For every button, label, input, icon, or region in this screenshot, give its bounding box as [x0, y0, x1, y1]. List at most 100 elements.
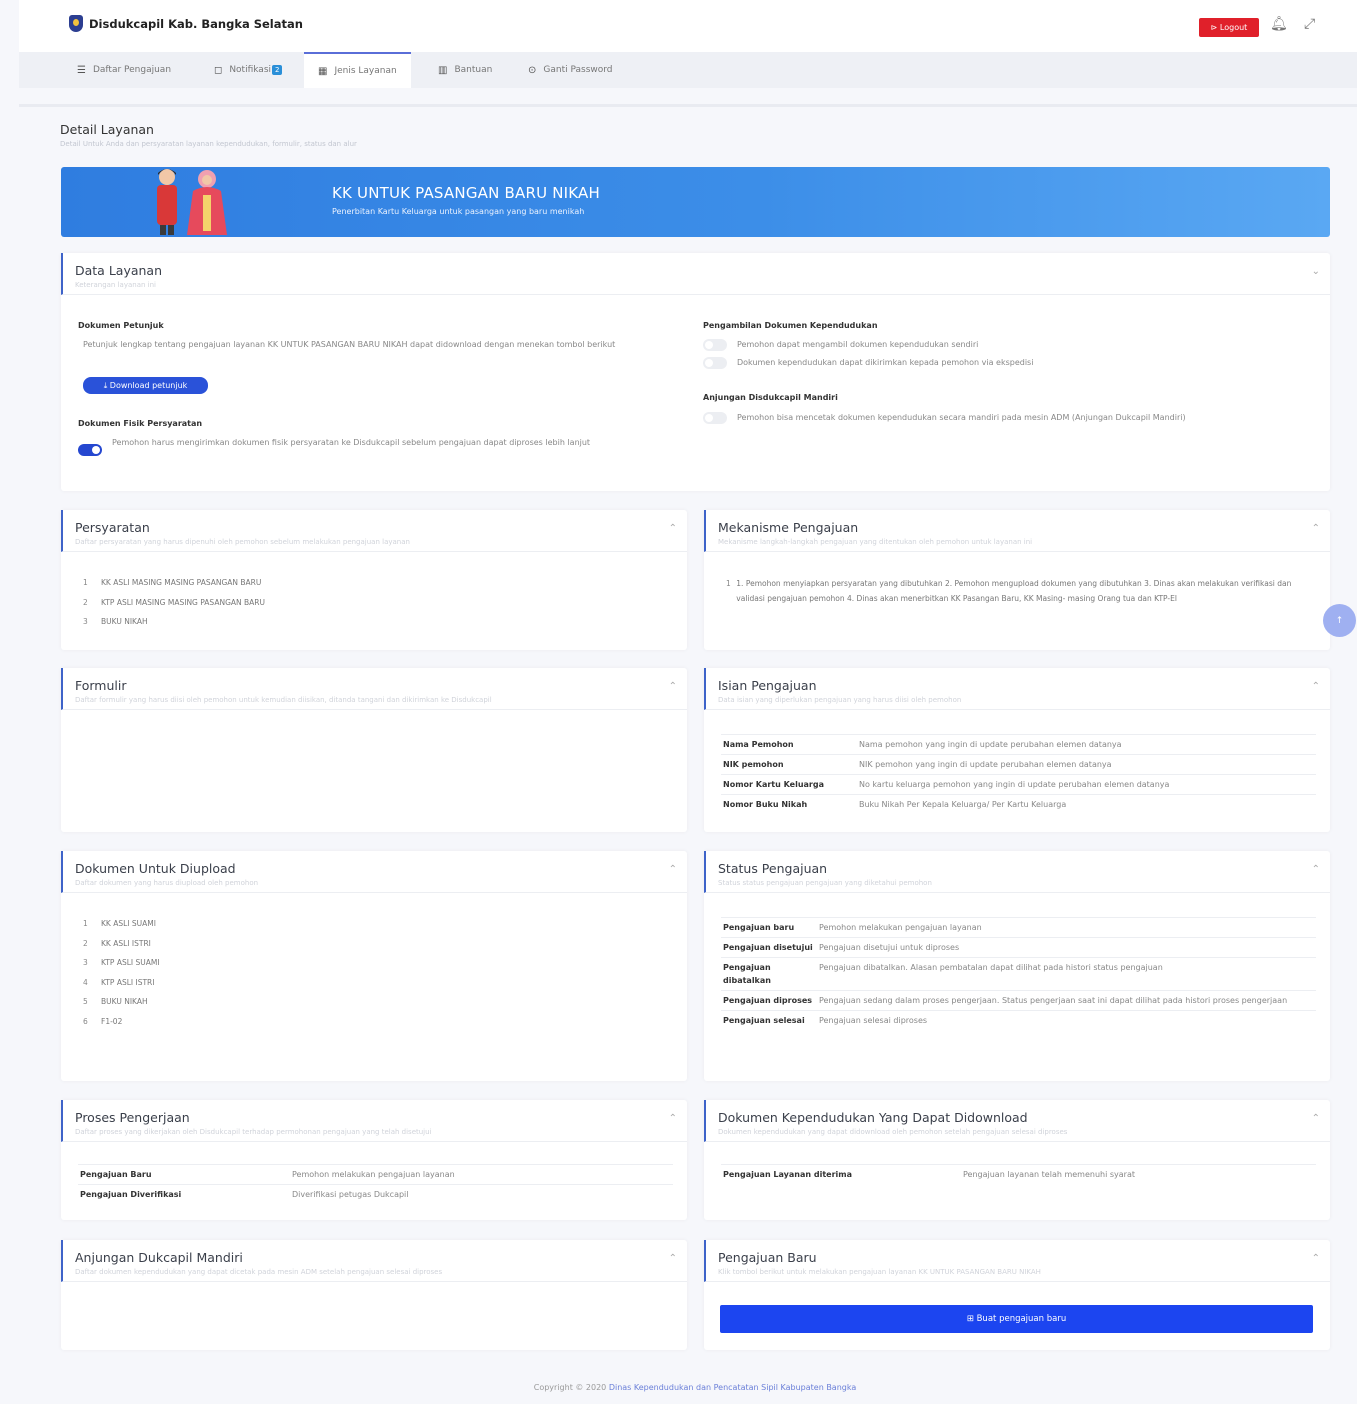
- collapse-icon[interactable]: ⌃: [1312, 864, 1320, 875]
- nav-label: Jenis Layanan: [334, 66, 397, 76]
- pengambilan-label: Pengambilan Dokumen Kependudukan: [703, 321, 878, 330]
- table-row: Pengajuan Layanan diterima Pengajuan laya…: [721, 1164, 1316, 1184]
- notification-count-badge: 2: [272, 65, 283, 75]
- adm-label: Anjungan Disdukcapil Mandiri: [703, 393, 838, 402]
- nav-label: Bantuan: [454, 65, 493, 75]
- nav-bantuan[interactable]: ▥ Bantuan: [438, 52, 492, 88]
- card-title: Anjungan Dukcapil Mandiri: [75, 1250, 243, 1265]
- bell-icon[interactable]: 🔔︎: [1270, 16, 1288, 32]
- card-subtitle: Keterangan layanan ini: [75, 281, 156, 289]
- card-title: Dokumen Untuk Diupload: [75, 861, 236, 876]
- divider: [19, 104, 1357, 107]
- card-title: Mekanisme Pengajuan: [718, 520, 859, 535]
- main-nav: ☰ Daftar Pengajuan ◻ Notifikasi 2 ▦ Jeni…: [19, 52, 1357, 88]
- card-subtitle: Data isian yang diperlukan pengajuan yan…: [718, 696, 962, 704]
- card-header: Proses Pengerjaan Daftar proses yang dik…: [61, 1100, 687, 1142]
- brand[interactable]: Disdukcapil Kab. Bangka Selatan: [69, 15, 303, 32]
- card-subtitle: Daftar dokumen yang harus diupload oleh …: [75, 879, 259, 887]
- table-row: NIK pemohon NIK pemohon yang ingin di upd…: [721, 754, 1316, 775]
- dokumen-upload-list: 1 KK ASLI SUAMI 2 KK ASLI ISTRI 3 KTP ASLI …: [83, 919, 160, 1036]
- banner-title: KK UNTUK PASANGAN BARU NIKAH: [332, 184, 600, 202]
- list-item: 3 BUKU NIKAH: [83, 617, 148, 626]
- logout-button[interactable]: ⊳ Logout: [1199, 18, 1259, 37]
- status-table: Pengajuan baru Pemohon melakukan pengajua…: [721, 917, 1316, 1030]
- collapse-icon[interactable]: ⌃: [1312, 681, 1320, 692]
- list-item: 5 BUKU NIKAH: [83, 997, 148, 1006]
- dokumen-upload-card: Dokumen Untuk Diupload Daftar dokumen ya…: [61, 851, 687, 1081]
- card-header: Status Pengajuan Status status pengajuan…: [704, 851, 1330, 893]
- scroll-top-button[interactable]: ↑: [1323, 604, 1356, 637]
- card-header: Isian Pengajuan Data isian yang diperluk…: [704, 668, 1330, 710]
- table-row: Pengajuan Baru Pemohon melakukan pengajua…: [78, 1164, 673, 1185]
- dokumen-download-card: Dokumen Kependudukan Yang Dapat Didownlo…: [704, 1100, 1330, 1220]
- pengambilan-toggle-2[interactable]: [703, 357, 727, 369]
- nav-jenis-layanan[interactable]: ▦ Jenis Layanan: [304, 52, 411, 88]
- card-header: Persyaratan Daftar persyaratan yang haru…: [61, 510, 687, 552]
- proses-table: Pengajuan Baru Pemohon melakukan pengajua…: [78, 1164, 673, 1204]
- pengambilan-toggle-1[interactable]: [703, 339, 727, 351]
- buat-pengajuan-baru-button[interactable]: ⊞ Buat pengajuan baru: [720, 1305, 1313, 1333]
- collapse-icon[interactable]: ⌃: [669, 681, 677, 692]
- shield-logo-icon: [69, 15, 83, 32]
- collapse-icon[interactable]: ⌃: [669, 1253, 677, 1264]
- table-row: Pengajuan baru Pemohon melakukan pengajua…: [721, 917, 1316, 938]
- adm-toggle[interactable]: [703, 412, 727, 424]
- petunjuk-label: Dokumen Petunjuk: [78, 321, 164, 330]
- isian-table: Nama Pemohon Nama pemohon yang ingin di u…: [721, 734, 1316, 814]
- mekanisme-list: 1 1. Pemohon menyiapkan persyaratan yang …: [726, 576, 1306, 606]
- card-header: Dokumen Kependudukan Yang Dapat Didownlo…: [704, 1100, 1330, 1142]
- data-layanan-card: Data Layanan Keterangan layanan ini ⌄ Do…: [61, 253, 1330, 491]
- mekanisme-card: Mekanisme Pengajuan Mekanisme langkah-la…: [704, 510, 1330, 650]
- app-name: Disdukcapil Kab. Bangka Selatan: [89, 16, 303, 31]
- download-petunjuk-button[interactable]: ⤓ Download petunjuk: [83, 377, 208, 394]
- fisik-text: Pemohon harus mengirimkan dokumen fisik …: [112, 438, 591, 447]
- footer-link[interactable]: Dinas Kependudukan dan Pencatatan Sipil …: [609, 1383, 856, 1392]
- collapse-icon[interactable]: ⌃: [1312, 1253, 1320, 1264]
- card-title: Status Pengajuan: [718, 861, 828, 876]
- nav-daftar-pengajuan[interactable]: ☰ Daftar Pengajuan: [77, 52, 171, 88]
- fisik-toggle[interactable]: [78, 444, 102, 456]
- list-item: 1 KK ASLI MASING MASING PASANGAN BARU: [83, 578, 262, 587]
- pengajuan-baru-card: Pengajuan Baru Klik tombol berikut untuk…: [704, 1240, 1330, 1350]
- table-row: Nomor Buku Nikah Buku Nikah Per Kepala Ke…: [721, 794, 1316, 814]
- table-row: Pengajuan disetujui Pengajuan disetujui u…: [721, 937, 1316, 958]
- table-row: Nama Pemohon Nama pemohon yang ingin di u…: [721, 734, 1316, 755]
- notification-icon: ◻: [214, 64, 223, 76]
- collapse-icon[interactable]: ⌃: [1312, 523, 1320, 534]
- page-title: Detail Layanan: [60, 122, 154, 137]
- pengambilan-option-2: Dokumen kependudukan dapat dikirimkan ke…: [737, 358, 1034, 367]
- card-title: Pengajuan Baru: [718, 1250, 817, 1265]
- card-header: Data Layanan Keterangan layanan ini ⌄: [61, 253, 1330, 295]
- card-title: Data Layanan: [75, 263, 163, 278]
- proses-card: Proses Pengerjaan Daftar proses yang dik…: [61, 1100, 687, 1220]
- service-banner: KK UNTUK PASANGAN BARU NIKAH Penerbitan …: [61, 167, 1330, 237]
- nav-ganti-password[interactable]: ⊙ Ganti Password: [528, 52, 613, 88]
- card-title: Dokumen Kependudukan Yang Dapat Didownlo…: [718, 1110, 1028, 1125]
- dokumen-download-table: Pengajuan Layanan diterima Pengajuan laya…: [721, 1164, 1316, 1184]
- formulir-card: Formulir Daftar formulir yang harus diis…: [61, 668, 687, 832]
- card-header: Pengajuan Baru Klik tombol berikut untuk…: [704, 1240, 1330, 1282]
- nav-label: Daftar Pengajuan: [92, 65, 172, 75]
- list-item: 6 F1-02: [83, 1016, 123, 1026]
- collapse-icon[interactable]: ⌃: [669, 523, 677, 534]
- collapse-icon[interactable]: ⌃: [1312, 1113, 1320, 1124]
- card-subtitle: Daftar proses yang dikerjakan oleh Disdu…: [75, 1128, 432, 1136]
- table-row: Pengajuan diproses Pengajuan sedang dalam…: [721, 990, 1316, 1011]
- nav-notifikasi[interactable]: ◻ Notifikasi 2: [214, 52, 283, 88]
- page-subtitle: Detail Untuk Anda dan persyaratan layana…: [60, 140, 357, 148]
- card-title: Persyaratan: [75, 520, 150, 535]
- list-item: 1 1. Pemohon menyiapkan persyaratan yang …: [726, 579, 1292, 603]
- anjungan-card: Anjungan Dukcapil Mandiri Daftar dokumen…: [61, 1240, 687, 1350]
- card-header: Dokumen Untuk Diupload Daftar dokumen ya…: [61, 851, 687, 893]
- table-row: Pengajuan Diverifikasi Diverifikasi petug…: [78, 1184, 673, 1204]
- collapse-icon[interactable]: ⌃: [669, 1113, 677, 1124]
- card-header: Formulir Daftar formulir yang harus diis…: [61, 668, 687, 710]
- collapse-icon[interactable]: ⌃: [669, 864, 677, 875]
- collapse-icon[interactable]: ⌄: [1312, 266, 1320, 277]
- fullscreen-icon[interactable]: ⤢: [1304, 16, 1315, 32]
- petunjuk-text: Petunjuk lengkap tentang pengajuan layan…: [83, 340, 616, 349]
- pengambilan-option-1: Pemohon dapat mengambil dokumen kependud…: [737, 340, 979, 349]
- isian-card: Isian Pengajuan Data isian yang diperluk…: [704, 668, 1330, 832]
- card-header: Mekanisme Pengajuan Mekanisme langkah-la…: [704, 510, 1330, 552]
- card-subtitle: Daftar dokumen kependudukan yang dapat d…: [75, 1268, 443, 1276]
